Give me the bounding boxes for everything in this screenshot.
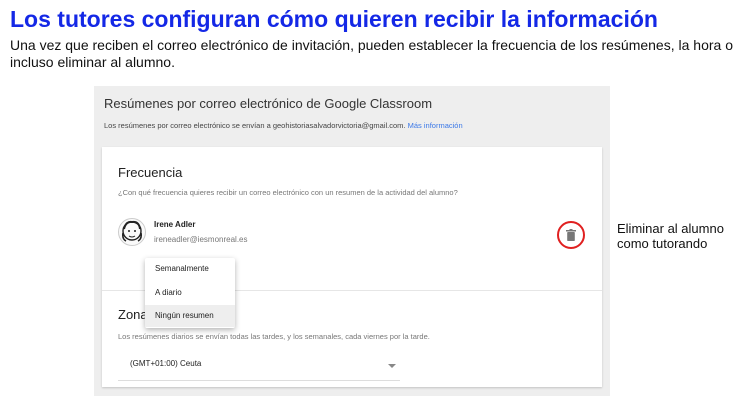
frequency-title: Frecuencia (118, 165, 183, 180)
student-name: Irene Adler (154, 220, 196, 229)
frequency-question: ¿Con qué frecuencia quieres recibir un c… (118, 188, 458, 197)
avatar-sketch (122, 220, 142, 242)
timezone-select[interactable]: (GMT+01:00) Ceuta (118, 352, 400, 381)
menu-item-no-summary[interactable]: Ningún resumen (145, 305, 235, 327)
slide-title: Los tutores configuran cómo quieren reci… (10, 6, 658, 32)
timezone-description: Los resúmenes diarios se envían todas la… (118, 332, 430, 341)
menu-item-daily[interactable]: A diario (145, 282, 235, 304)
remove-student-annotation: Eliminar al alumno como tutorando (617, 221, 724, 251)
panel-title: Resúmenes por correo electrónico de Goog… (104, 96, 433, 111)
frequency-dropdown-menu: Semanalmente A diario Ningún resumen (145, 258, 235, 328)
slide-subtitle: Una vez que reciben el correo electrónic… (10, 37, 733, 70)
panel-subtitle-text: Los resúmenes por correo electrónico se … (104, 121, 406, 130)
menu-item-weekly[interactable]: Semanalmente (145, 258, 235, 280)
timezone-title: Zona (118, 307, 148, 322)
dropdown-caret-icon (388, 364, 396, 368)
remove-student-button[interactable] (557, 221, 585, 249)
timezone-value: (GMT+01:00) Ceuta (130, 359, 202, 368)
student-email: ireneadler@iesmonreal.es (154, 235, 248, 244)
student-avatar (118, 218, 146, 246)
trash-icon (566, 229, 576, 241)
panel-subtitle: Los resúmenes por correo electrónico se … (104, 121, 463, 130)
more-info-link[interactable]: Más información (408, 121, 463, 130)
classroom-settings-screenshot: Resúmenes por correo electrónico de Goog… (94, 86, 610, 396)
